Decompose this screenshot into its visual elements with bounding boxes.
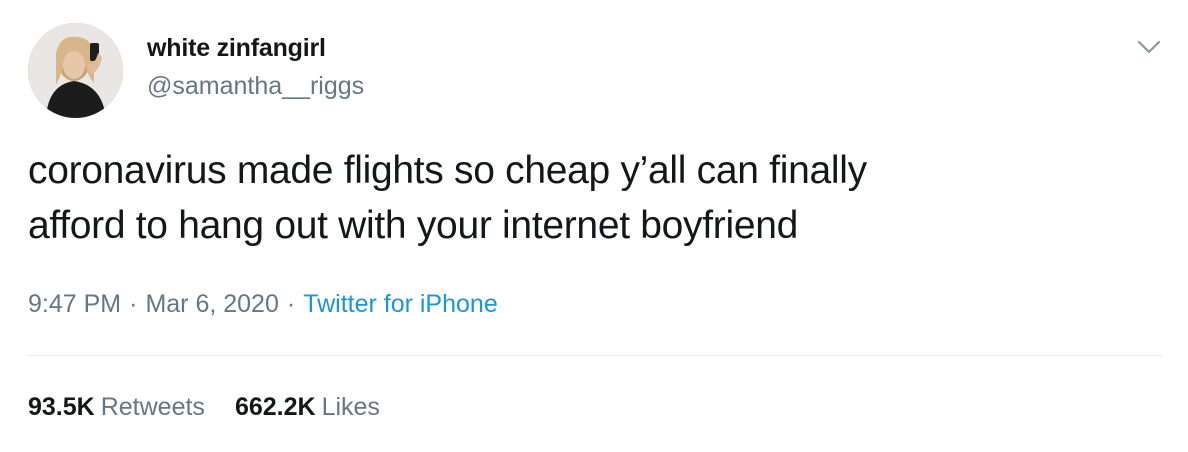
avatar[interactable] [28, 23, 123, 118]
likes-count: 662.2K [234, 393, 316, 421]
meta-separator: · [129, 290, 138, 318]
user-handle[interactable]: @samantha__riggs [147, 72, 364, 101]
retweets-count: 93.5K [28, 393, 95, 421]
tweet-text: coronavirus made flights so cheap y’all … [28, 143, 1148, 253]
likes-stat[interactable]: 662.2K Likes [235, 393, 380, 422]
tweet-card: white zinfangirl @samantha__riggs corona… [0, 0, 1188, 452]
tweet-meta: 9:47 PM · Mar 6, 2020 · Twitter for iPhone [28, 290, 498, 319]
tweet-date[interactable]: Mar 6, 2020 [145, 290, 278, 318]
tweet-stats: 93.5K Retweets 662.2K Likes [28, 393, 410, 422]
chevron-down-icon[interactable] [1134, 32, 1164, 62]
display-name[interactable]: white zinfangirl [147, 34, 326, 63]
likes-label: Likes [321, 393, 380, 421]
tweet-text-line: coronavirus made flights so cheap y’all … [28, 149, 867, 192]
tweet-time[interactable]: 9:47 PM [28, 290, 121, 318]
tweet-text-line: afford to hang out with your internet bo… [28, 204, 799, 247]
meta-separator: · [286, 290, 296, 318]
retweets-label: Retweets [100, 393, 205, 421]
retweets-stat[interactable]: 93.5K Retweets [28, 393, 205, 422]
divider [28, 355, 1162, 356]
tweet-source-link[interactable]: Twitter for iPhone [303, 290, 498, 318]
profile-photo-icon [28, 23, 123, 118]
